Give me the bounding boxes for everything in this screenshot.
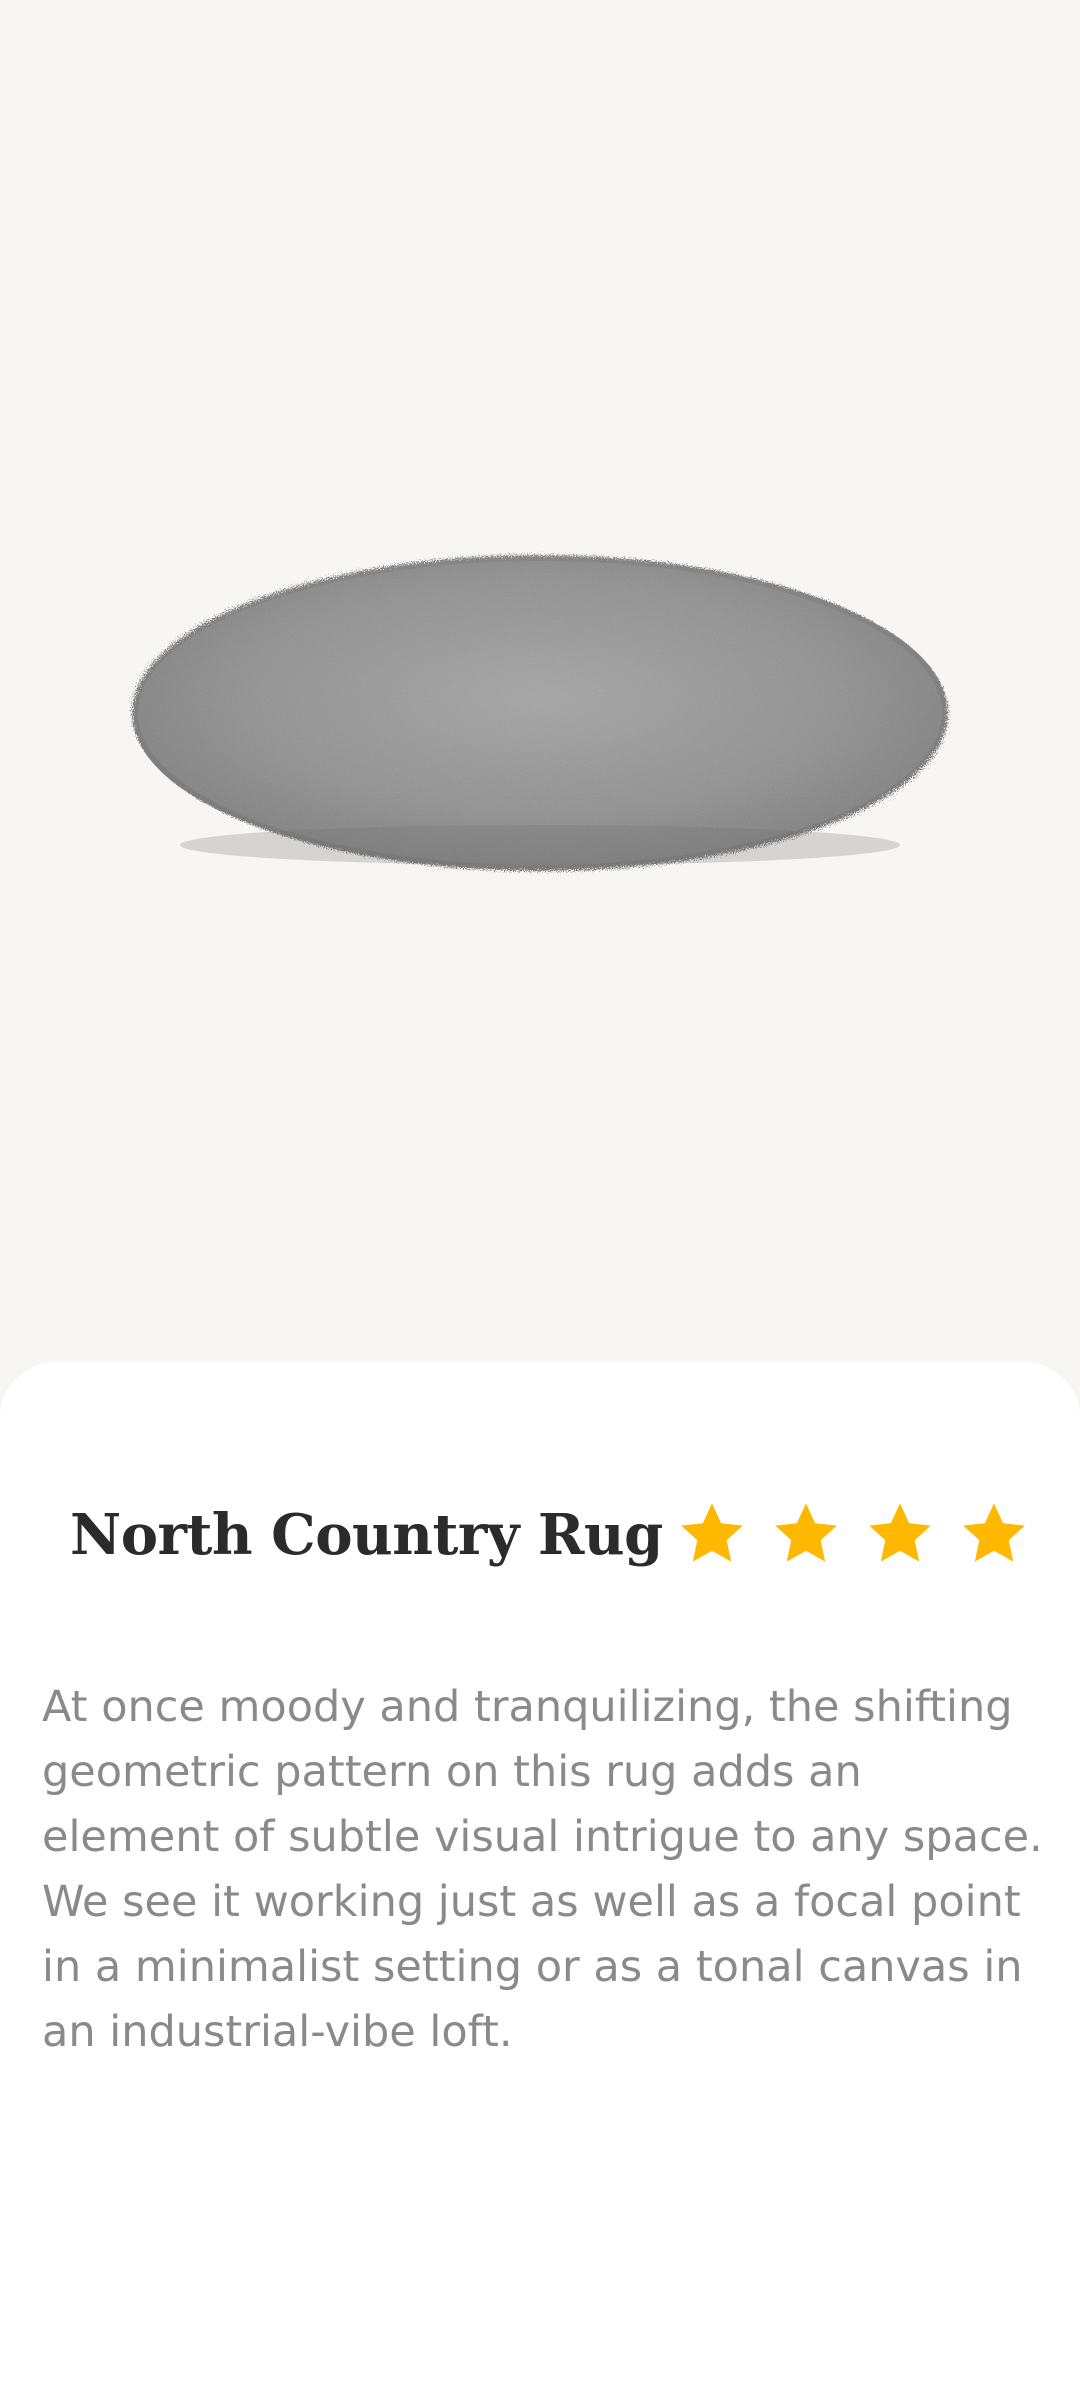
star-icon <box>676 1498 748 1570</box>
star-icon <box>958 1498 1030 1570</box>
product-description: At once moody and tranquilizing, the shi… <box>42 1682 1043 2057</box>
product-image <box>120 545 960 900</box>
product-image-area <box>0 0 1080 1400</box>
rating-stars <box>676 1498 1030 1570</box>
rug-icon <box>132 555 948 871</box>
title-row: North Country Rug <box>70 1490 1030 1580</box>
star-icon <box>770 1498 842 1570</box>
star-icon <box>864 1498 936 1570</box>
product-title: North Country Rug <box>70 1502 663 1568</box>
